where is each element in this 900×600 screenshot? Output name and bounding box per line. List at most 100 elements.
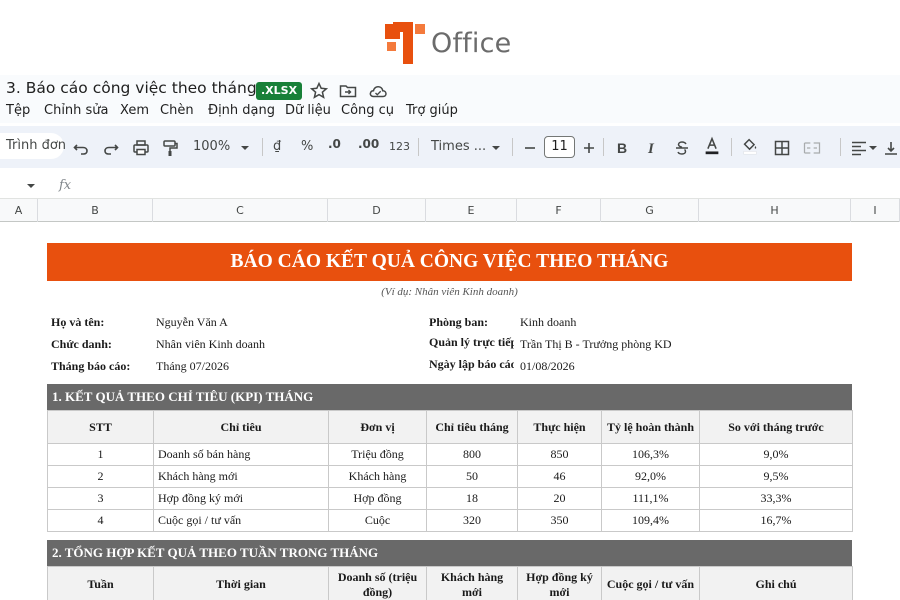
- table-cell[interactable]: 33,3%: [699, 487, 853, 510]
- table-cell[interactable]: 2: [47, 465, 154, 488]
- column-header[interactable]: G: [601, 199, 699, 222]
- more-formats-button[interactable]: 123: [389, 140, 410, 153]
- percent-format-button[interactable]: %: [301, 139, 313, 154]
- star-icon[interactable]: [309, 81, 329, 101]
- report-date-value[interactable]: 01/08/2026: [520, 359, 575, 374]
- table-cell[interactable]: 1: [47, 443, 154, 466]
- job-title-value[interactable]: Nhân viên Kinh doanh: [156, 337, 265, 352]
- merge-cells-icon[interactable]: [802, 138, 822, 158]
- table-cell[interactable]: 320: [426, 509, 518, 532]
- decrease-decimal-button[interactable]: .0: [328, 137, 341, 151]
- table-cell[interactable]: 50: [426, 465, 518, 488]
- move-folder-icon[interactable]: [338, 81, 358, 101]
- currency-format-button[interactable]: ₫: [273, 139, 281, 154]
- align-left-icon[interactable]: [849, 138, 869, 158]
- weekly-header-cell[interactable]: Ghi chú: [699, 566, 853, 600]
- menu-data[interactable]: Dữ liệu: [285, 103, 331, 118]
- table-cell[interactable]: Doanh số bán hàng: [153, 443, 329, 466]
- font-dropdown-icon[interactable]: [486, 138, 506, 158]
- weekly-header-cell[interactable]: Khách hàng mới: [426, 566, 518, 600]
- undo-icon[interactable]: [71, 138, 91, 158]
- column-header[interactable]: D: [328, 199, 426, 222]
- table-cell[interactable]: 850: [517, 443, 602, 466]
- kpi-header-cell[interactable]: So với tháng trước: [699, 410, 853, 444]
- table-cell[interactable]: 111,1%: [601, 487, 700, 510]
- name-box-dropdown-icon[interactable]: [26, 181, 36, 191]
- redo-icon[interactable]: [101, 138, 121, 158]
- kpi-header-cell[interactable]: Chỉ tiêu tháng: [426, 410, 518, 444]
- table-cell[interactable]: 16,7%: [699, 509, 853, 532]
- menu-tools[interactable]: Công cụ: [341, 103, 394, 118]
- strikethrough-icon[interactable]: [672, 138, 692, 158]
- report-month-value[interactable]: Tháng 07/2026: [156, 359, 229, 374]
- table-cell[interactable]: Hợp đồng: [328, 487, 427, 510]
- column-header[interactable]: H: [699, 199, 851, 222]
- table-cell[interactable]: 4: [47, 509, 154, 532]
- column-header[interactable]: A: [0, 199, 38, 222]
- weekly-header-cell[interactable]: Doanh số (triệu đồng): [328, 566, 427, 600]
- kpi-header-cell[interactable]: Tỷ lệ hoàn thành: [601, 410, 700, 444]
- kpi-header-cell[interactable]: Chỉ tiêu: [153, 410, 329, 444]
- table-cell[interactable]: 9,0%: [699, 443, 853, 466]
- menu-edit[interactable]: Chỉnh sửa: [44, 103, 109, 118]
- employee-name-value[interactable]: Nguyễn Văn A: [156, 315, 228, 330]
- table-cell[interactable]: Triệu đồng: [328, 443, 427, 466]
- table-cell[interactable]: 20: [517, 487, 602, 510]
- font-size-input[interactable]: 11: [544, 136, 575, 158]
- decrease-font-size-icon[interactable]: [520, 138, 540, 158]
- weekly-header-cell[interactable]: Tuần: [47, 566, 154, 600]
- font-family-select[interactable]: Times ...: [431, 139, 486, 154]
- menu-help[interactable]: Trợ giúp: [406, 103, 458, 118]
- table-cell[interactable]: 9,5%: [699, 465, 853, 488]
- formula-bar[interactable]: [0, 172, 900, 199]
- column-header[interactable]: C: [153, 199, 328, 222]
- column-header[interactable]: F: [517, 199, 601, 222]
- table-cell[interactable]: 350: [517, 509, 602, 532]
- table-cell[interactable]: Cuộc: [328, 509, 427, 532]
- table-cell[interactable]: 800: [426, 443, 518, 466]
- italic-icon[interactable]: I: [642, 138, 662, 158]
- column-header[interactable]: E: [426, 199, 517, 222]
- fill-color-icon[interactable]: [740, 136, 760, 156]
- paint-format-icon[interactable]: [160, 138, 180, 158]
- table-cell[interactable]: 3: [47, 487, 154, 510]
- weekly-header-cell[interactable]: Thời gian: [153, 566, 329, 600]
- column-header[interactable]: I: [851, 199, 900, 222]
- zoom-dropdown-icon[interactable]: [235, 138, 255, 158]
- table-cell[interactable]: Khách hàng mới: [153, 465, 329, 488]
- table-cell[interactable]: 18: [426, 487, 518, 510]
- document-title[interactable]: 3. Báo cáo công việc theo tháng: [6, 79, 257, 97]
- table-cell[interactable]: Khách hàng: [328, 465, 427, 488]
- column-header[interactable]: B: [38, 199, 153, 222]
- kpi-header-cell[interactable]: Đơn vị: [328, 410, 427, 444]
- table-cell[interactable]: 46: [517, 465, 602, 488]
- weekly-header-cell[interactable]: Cuộc gọi / tư vấn: [601, 566, 700, 600]
- manager-value[interactable]: Trần Thị B - Trưởng phòng KD: [520, 337, 672, 352]
- table-cell[interactable]: Cuộc gọi / tư vấn: [153, 509, 329, 532]
- vertical-align-icon[interactable]: [882, 138, 900, 158]
- weekly-header-cell[interactable]: Hợp đồng ký mới: [517, 566, 602, 600]
- section-weekly-title[interactable]: 2. TỔNG HỢP KẾT QUẢ THEO TUẦN TRONG THÁN…: [47, 540, 852, 566]
- menu-insert[interactable]: Chèn: [160, 103, 194, 118]
- align-dropdown-icon[interactable]: [867, 138, 879, 158]
- department-value[interactable]: Kinh doanh: [520, 315, 576, 330]
- menus-label[interactable]: Trình đơn: [6, 138, 66, 153]
- kpi-header-cell[interactable]: STT: [47, 410, 154, 444]
- kpi-header-cell[interactable]: Thực hiện: [517, 410, 602, 444]
- menu-format[interactable]: Định dạng: [208, 103, 275, 118]
- report-subtitle[interactable]: (Ví dụ: Nhân viên Kinh doanh): [47, 286, 852, 298]
- increase-decimal-button[interactable]: .00: [358, 137, 379, 151]
- section-kpi-title[interactable]: 1. KẾT QUẢ THEO CHỈ TIÊU (KPI) THÁNG: [47, 384, 852, 410]
- borders-icon[interactable]: [772, 138, 792, 158]
- table-cell[interactable]: 92,0%: [601, 465, 700, 488]
- text-color-icon[interactable]: [702, 136, 722, 156]
- print-icon[interactable]: [131, 138, 151, 158]
- increase-font-size-icon[interactable]: [579, 138, 599, 158]
- cloud-saved-icon[interactable]: [368, 81, 388, 101]
- report-title[interactable]: BÁO CÁO KẾT QUẢ CÔNG VIỆC THEO THÁNG: [47, 243, 852, 281]
- table-cell[interactable]: 106,3%: [601, 443, 700, 466]
- bold-icon[interactable]: B: [612, 138, 632, 158]
- table-cell[interactable]: 109,4%: [601, 509, 700, 532]
- zoom-select[interactable]: 100%: [193, 139, 230, 154]
- menu-view[interactable]: Xem: [120, 103, 149, 118]
